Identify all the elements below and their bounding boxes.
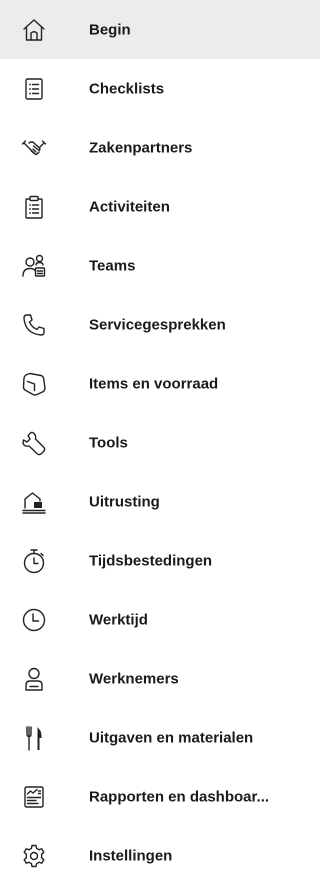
nav-item-tijdsbestedingen[interactable]: Tijdsbestedingen [0, 531, 320, 590]
nav-item-tools[interactable]: Tools [0, 413, 320, 472]
sidebar-nav: Begin Checklists Zakenpartners Activitei… [0, 0, 320, 879]
clipboard-icon [21, 194, 47, 220]
nav-label: Instellingen [89, 847, 173, 864]
box-icon [21, 371, 47, 397]
phone-icon [21, 312, 47, 338]
people-team-icon [21, 253, 47, 279]
nav-label: Uitrusting [89, 493, 160, 510]
home-icon [21, 17, 47, 43]
nav-item-activiteiten[interactable]: Activiteiten [0, 177, 320, 236]
nav-item-rapporten-en-dashboards[interactable]: Rapporten en dashboar... [0, 767, 320, 826]
nav-label: Werktijd [89, 611, 148, 628]
nav-item-uitgaven-en-materialen[interactable]: Uitgaven en materialen [0, 708, 320, 767]
nav-label: Rapporten en dashboar... [89, 788, 270, 805]
nav-item-instellingen[interactable]: Instellingen [0, 826, 320, 885]
stopwatch-icon [21, 548, 47, 574]
person-icon [21, 666, 47, 692]
nav-item-uitrusting[interactable]: Uitrusting [0, 472, 320, 531]
handshake-icon [21, 135, 47, 161]
wrench-icon [21, 430, 47, 456]
nav-label: Zakenpartners [89, 139, 193, 156]
nav-label: Items en voorraad [89, 375, 219, 392]
gear-icon [21, 843, 47, 869]
nav-label: Tools [89, 434, 128, 451]
nav-item-servicegesprekken[interactable]: Servicegesprekken [0, 295, 320, 354]
nav-label: Werknemers [89, 670, 179, 687]
report-icon [21, 784, 47, 810]
clock-icon [21, 607, 47, 633]
fork-knife-icon [21, 725, 47, 751]
nav-label: Teams [89, 257, 136, 274]
nav-item-zakenpartners[interactable]: Zakenpartners [0, 118, 320, 177]
nav-label: Tijdsbestedingen [89, 552, 213, 569]
nav-label: Servicegesprekken [89, 316, 226, 333]
nav-label: Activiteiten [89, 198, 170, 215]
checklist-icon [21, 76, 47, 102]
nav-label: Uitgaven en materialen [89, 729, 254, 746]
nav-label: Checklists [89, 80, 165, 97]
nav-item-werknemers[interactable]: Werknemers [0, 649, 320, 708]
nav-label: Begin [89, 21, 131, 38]
nav-item-items-en-voorraad[interactable]: Items en voorraad [0, 354, 320, 413]
nav-item-begin[interactable]: Begin [0, 0, 320, 59]
nav-item-checklists[interactable]: Checklists [0, 59, 320, 118]
equipment-icon [21, 489, 47, 515]
nav-item-werktijd[interactable]: Werktijd [0, 590, 320, 649]
nav-item-teams[interactable]: Teams [0, 236, 320, 295]
